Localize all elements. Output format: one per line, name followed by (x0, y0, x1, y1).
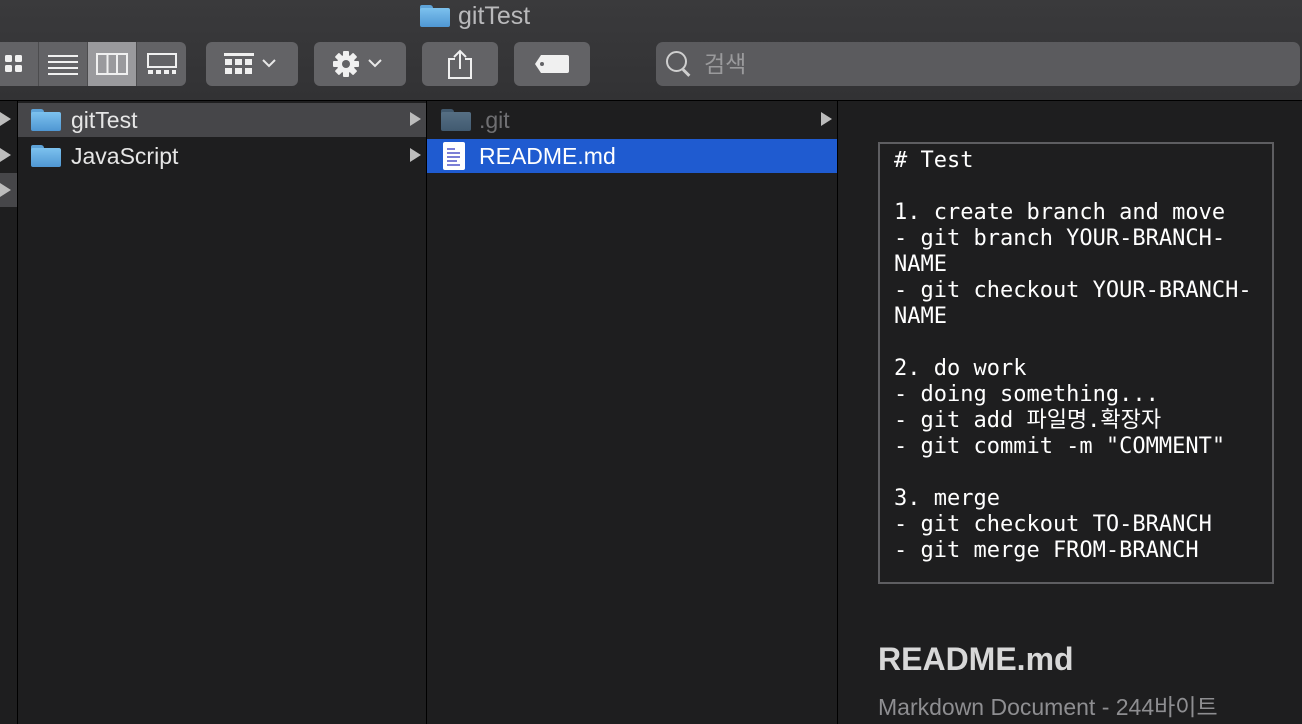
folder-icon (420, 5, 450, 27)
grid-group-icon (224, 53, 254, 74)
file-preview: # Test 1. create branch and move - git b… (878, 142, 1274, 584)
folder-row-javascript[interactable]: JavaScript (18, 139, 426, 173)
folder-icon (441, 109, 471, 131)
icon-view-button[interactable] (0, 42, 39, 86)
folder-row-gittest[interactable]: gitTest (18, 103, 426, 137)
disclosure-arrow-icon (0, 183, 11, 197)
preview-file-name: README.md (878, 641, 1074, 677)
folder-row-git[interactable]: .git (427, 103, 837, 137)
preview-pane: # Test 1. create branch and move - git b… (838, 101, 1302, 724)
disclosure-arrow-icon (410, 148, 421, 162)
search-field[interactable] (656, 42, 1300, 86)
gallery-view-icon (146, 53, 177, 74)
view-mode-group (0, 42, 186, 86)
folder-name: JavaScript (71, 142, 179, 169)
folder-name: .git (479, 106, 510, 133)
column-parent (0, 101, 18, 724)
folder-icon (31, 109, 61, 131)
share-button[interactable] (422, 42, 498, 86)
preview-content: # Test 1. create branch and move - git b… (894, 148, 1252, 563)
column-1: gitTest JavaScript (18, 101, 427, 724)
document-icon (443, 142, 465, 170)
column-view-button[interactable] (88, 42, 137, 86)
search-icon (666, 51, 692, 77)
disclosure-arrow-icon (0, 148, 11, 162)
toolbar: gitTest (0, 0, 1302, 101)
file-row-readme[interactable]: README.md (427, 139, 837, 173)
group-by-button[interactable] (206, 42, 298, 86)
list-view-button[interactable] (39, 42, 88, 86)
gallery-view-button[interactable] (137, 42, 186, 86)
gear-icon (333, 51, 359, 77)
column-view-icon (96, 53, 128, 75)
column-2: .git README.md (427, 101, 838, 724)
window-title: gitTest (420, 0, 530, 32)
disclosure-arrow-icon (410, 112, 421, 126)
share-icon (448, 49, 472, 79)
action-menu-button[interactable] (314, 42, 406, 86)
disclosure-arrow-icon (821, 112, 832, 126)
folder-icon (31, 145, 61, 167)
preview-file-info: Markdown Document - 244바이트 (878, 694, 1218, 720)
window-title-text: gitTest (458, 1, 531, 30)
chevron-down-icon (262, 55, 276, 73)
disclosure-arrow-icon (0, 112, 11, 126)
icon-view-icon (5, 55, 22, 72)
list-view-icon (48, 55, 78, 75)
folder-name: gitTest (71, 106, 138, 133)
search-input[interactable] (702, 49, 1266, 79)
chevron-down-icon (368, 55, 382, 73)
file-name: README.md (479, 142, 616, 169)
tags-button[interactable] (514, 42, 590, 86)
tag-icon (535, 55, 569, 73)
